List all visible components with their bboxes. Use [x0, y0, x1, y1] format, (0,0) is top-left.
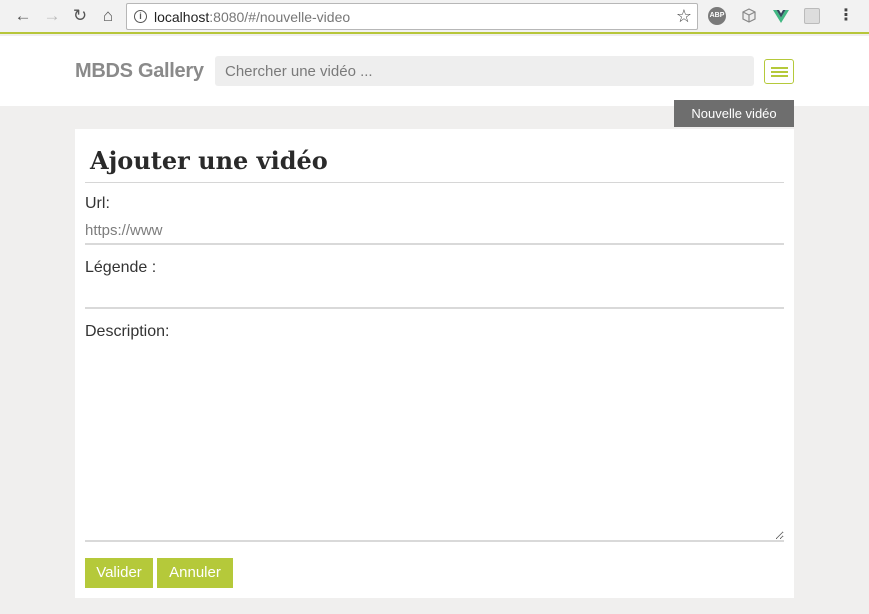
search-input[interactable]: [215, 56, 754, 86]
page-title: Ajouter une vidéo: [90, 146, 328, 175]
legend-field[interactable]: [85, 281, 784, 309]
app-header: MBDS Gallery: [0, 36, 869, 106]
bookmark-star-icon[interactable]: ☆: [676, 6, 692, 27]
description-field[interactable]: [85, 349, 784, 542]
vue-devtools-icon[interactable]: [772, 7, 790, 25]
submit-button[interactable]: Valider: [85, 558, 153, 588]
browser-toolbar: ← → ↻ ⌂ i localhost:8080/#/nouvelle-vide…: [0, 0, 869, 34]
url-label: Url:: [85, 195, 110, 212]
cancel-button[interactable]: Annuler: [157, 558, 233, 588]
browser-menu-icon[interactable]: ⋮: [838, 7, 854, 25]
info-icon[interactable]: i: [134, 10, 147, 23]
brand-logo[interactable]: MBDS Gallery: [75, 60, 204, 83]
hamburger-icon[interactable]: [764, 59, 794, 84]
title-divider: [85, 182, 784, 183]
legend-label: Légende :: [85, 259, 157, 276]
url-field[interactable]: [85, 217, 784, 245]
back-icon[interactable]: ←: [13, 6, 33, 26]
new-video-tab[interactable]: Nouvelle vidéo: [674, 100, 794, 127]
reload-icon[interactable]: ↻: [70, 6, 90, 26]
url-host: localhost: [154, 9, 210, 25]
hamburger-bar: [771, 67, 788, 69]
address-bar[interactable]: i localhost:8080/#/nouvelle-video ☆: [126, 3, 698, 30]
description-label: Description:: [85, 323, 170, 340]
hamburger-bar: [771, 71, 788, 73]
hamburger-bar: [771, 75, 788, 77]
forward-icon[interactable]: →: [42, 6, 62, 26]
cube-extension-icon[interactable]: [740, 7, 758, 25]
grid-extension-icon[interactable]: [804, 8, 820, 24]
url-path: :8080/#/nouvelle-video: [209, 9, 351, 25]
adblock-plus-icon[interactable]: ABP: [708, 7, 726, 25]
address-url[interactable]: localhost:8080/#/nouvelle-video: [154, 9, 350, 25]
add-video-form: Ajouter une vidéo Url: Légende : Descrip…: [75, 129, 794, 598]
home-icon[interactable]: ⌂: [98, 6, 118, 26]
